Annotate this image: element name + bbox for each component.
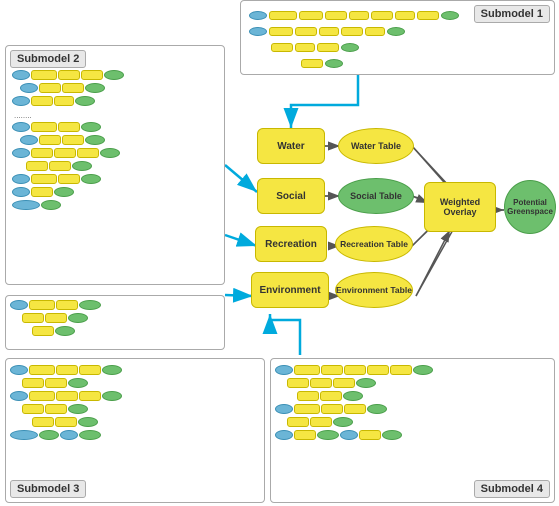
weighted-overlay-node: Weighted Overlay xyxy=(424,182,496,232)
submodel4-box: Submodel 4 xyxy=(270,358,555,503)
social-node: Social xyxy=(257,178,325,214)
environment-node: Environment xyxy=(251,272,329,308)
environment-table-node: Environment Table xyxy=(335,272,413,308)
submodel1-label: Submodel 1 xyxy=(474,5,550,23)
water-node: Water xyxy=(257,128,325,164)
submodel3-box: Submodel 3 xyxy=(5,358,265,503)
submodel2-label: Submodel 2 xyxy=(10,50,86,68)
submodel3-label: Submodel 3 xyxy=(10,480,86,498)
recreation-table-node: Recreation Table xyxy=(335,226,413,262)
recreation-node: Recreation xyxy=(255,226,327,262)
social-table-node: Social Table xyxy=(338,178,414,214)
submodel4-label: Submodel 4 xyxy=(474,480,550,498)
submodel1-box: Submodel 1 xyxy=(240,0,555,75)
potential-greenspace-node: Potential Greenspace xyxy=(504,180,556,234)
main-canvas: Submodel 1 xyxy=(0,0,559,506)
water-table-node: Water Table xyxy=(338,128,414,164)
extra-box xyxy=(5,295,225,350)
submodel2-box: Submodel 2 ....... xyxy=(5,45,225,285)
